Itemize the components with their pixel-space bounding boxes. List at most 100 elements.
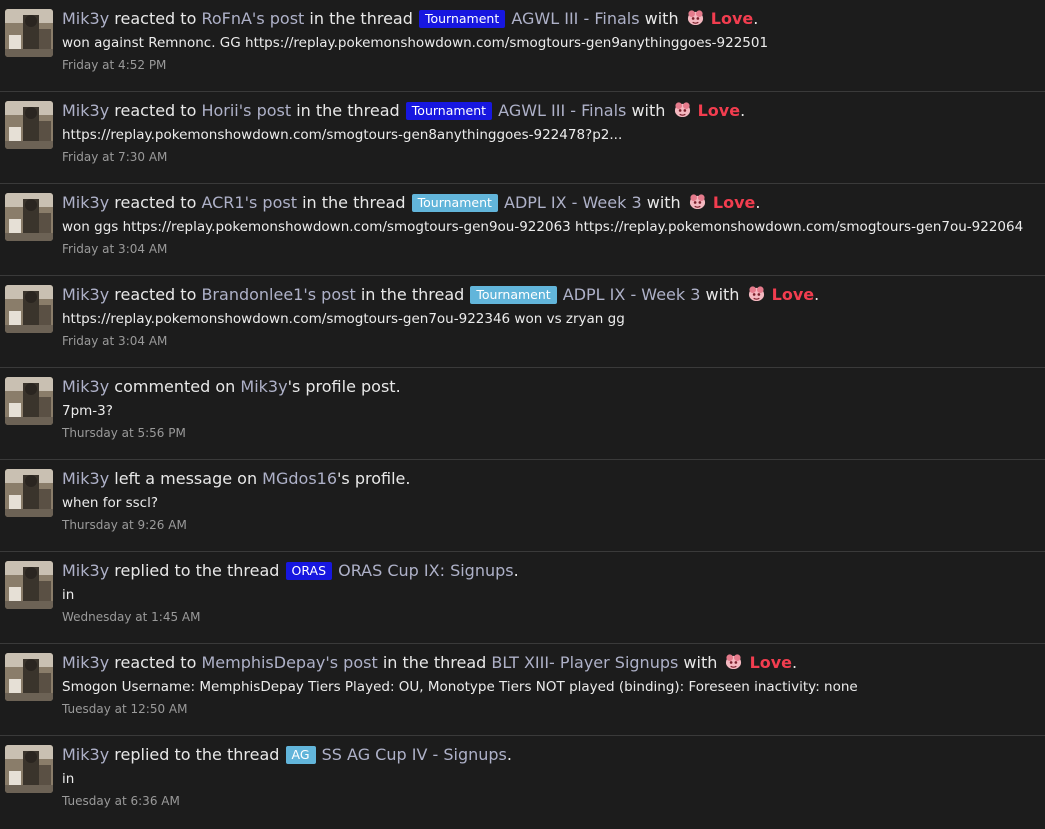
thread-link[interactable]: ADPL IX - Week 3 <box>504 193 642 212</box>
username-link[interactable]: Mik3y <box>62 653 109 672</box>
post-snippet: won against Remnonc. GG https://replay.p… <box>62 35 769 51</box>
love-reaction-label: Love <box>771 285 815 304</box>
love-reaction-icon <box>687 10 703 26</box>
username-link[interactable]: Mik3y <box>62 745 109 764</box>
timestamp[interactable]: Tuesday at 12:50 AM <box>62 700 1035 718</box>
love-reaction-label: Love <box>697 101 741 120</box>
avatar[interactable] <box>5 285 53 333</box>
avatar[interactable] <box>5 193 53 241</box>
username-link[interactable]: Mik3y <box>62 193 109 212</box>
feed-item: Mik3y left a message on MGdos16's profil… <box>0 460 1045 552</box>
context-text: in the thread <box>309 9 413 28</box>
context-text: in the thread <box>302 193 406 212</box>
headline: Mik3y reacted to Brandonlee1's post in t… <box>62 285 820 304</box>
headline: Mik3y left a message on MGdos16's profil… <box>62 468 1035 490</box>
avatar[interactable] <box>5 745 53 793</box>
post-link[interactable]: Brandonlee1's post <box>201 285 355 304</box>
love-reaction-icon <box>689 194 705 210</box>
feed-item: Mik3y reacted to Brandonlee1's post in t… <box>0 276 1045 368</box>
love-reaction-label: Love <box>749 653 793 672</box>
thread-prefix-label[interactable]: Tournament <box>418 10 506 28</box>
action-text: reacted to <box>114 653 197 672</box>
timestamp[interactable]: Thursday at 9:26 AM <box>62 516 1035 534</box>
action-text: left a message on <box>114 469 258 488</box>
with-text: with <box>705 285 740 304</box>
headline: Mik3y reacted to Horii's post in the thr… <box>62 101 746 120</box>
context-text: in the thread <box>296 101 400 120</box>
thread-link[interactable]: AGWL III - Finals <box>498 101 626 120</box>
thread-link[interactable]: ORAS Cup IX: Signups <box>338 561 514 580</box>
username-link[interactable]: Mik3y <box>62 377 109 396</box>
timestamp[interactable]: Friday at 3:04 AM <box>62 332 1035 350</box>
feed-item: Mik3y replied to the thread AG SS AG Cup… <box>0 736 1045 826</box>
timestamp[interactable]: Thursday at 5:56 PM <box>62 424 1035 442</box>
thread-link[interactable]: ADPL IX - Week 3 <box>563 285 701 304</box>
feed-item: Mik3y commented on Mik3y's profile post.… <box>0 368 1045 460</box>
timestamp[interactable]: Wednesday at 1:45 AM <box>62 608 1035 626</box>
feed-item: Mik3y reacted to Horii's post in the thr… <box>0 92 1045 184</box>
thread-link[interactable]: SS AG Cup IV - Signups <box>322 745 507 764</box>
activity-feed: Mik3y reacted to RoFnA's post in the thr… <box>0 0 1045 826</box>
thread-link[interactable]: AGWL III - Finals <box>511 9 639 28</box>
post-link[interactable]: MemphisDepay's post <box>201 653 377 672</box>
thread-link[interactable]: BLT XIII- Player Signups <box>491 653 678 672</box>
timestamp[interactable]: Friday at 4:52 PM <box>62 56 1035 74</box>
profile-owner-link[interactable]: Mik3y <box>240 377 287 396</box>
thread-prefix-label[interactable]: ORAS <box>285 562 333 580</box>
username-link[interactable]: Mik3y <box>62 101 109 120</box>
username-link[interactable]: Mik3y <box>62 561 109 580</box>
action-text: reacted to <box>114 9 197 28</box>
action-text: reacted to <box>114 193 197 212</box>
love-reaction-label: Love <box>712 193 756 212</box>
post-link[interactable]: RoFnA's post <box>201 9 304 28</box>
context-text: 's profile post. <box>287 377 401 396</box>
with-text: with <box>683 653 718 672</box>
love-reaction-icon <box>748 286 764 302</box>
username-link[interactable]: Mik3y <box>62 469 109 488</box>
timestamp[interactable]: Tuesday at 6:36 AM <box>62 792 1035 810</box>
feed-item: Mik3y replied to the thread ORAS ORAS Cu… <box>0 552 1045 644</box>
post-snippet: in <box>62 771 75 787</box>
avatar[interactable] <box>5 653 53 701</box>
post-snippet: 7pm-3? <box>62 403 113 419</box>
post-link[interactable]: ACR1's post <box>201 193 297 212</box>
feed-item: Mik3y reacted to MemphisDepay's post in … <box>0 644 1045 736</box>
headline: Mik3y reacted to MemphisDepay's post in … <box>62 653 798 672</box>
with-text: with <box>631 101 666 120</box>
feed-item: Mik3y reacted to ACR1's post in the thre… <box>0 184 1045 276</box>
context-text: in the thread <box>360 285 465 304</box>
action-text: replied to the thread <box>114 561 280 580</box>
avatar[interactable] <box>5 377 53 425</box>
post-snippet: Smogon Username: MemphisDepay Tiers Play… <box>62 679 858 695</box>
post-link[interactable]: Horii's post <box>201 101 291 120</box>
headline: Mik3y replied to the thread AG SS AG Cup… <box>62 744 1035 766</box>
avatar[interactable] <box>5 9 53 57</box>
action-text: commented on <box>114 377 236 396</box>
action-text: reacted to <box>114 101 197 120</box>
profile-owner-link[interactable]: MGdos16 <box>262 469 337 488</box>
post-snippet: won ggs https://replay.pokemonshowdown.c… <box>62 219 1024 235</box>
post-snippet: in <box>62 587 75 603</box>
headline: Mik3y commented on Mik3y's profile post. <box>62 376 1035 398</box>
thread-prefix-label[interactable]: Tournament <box>405 102 493 120</box>
feed-item: Mik3y reacted to RoFnA's post in the thr… <box>0 0 1045 92</box>
timestamp[interactable]: Friday at 7:30 AM <box>62 148 1035 166</box>
action-text: reacted to <box>114 285 197 304</box>
username-link[interactable]: Mik3y <box>62 285 109 304</box>
post-snippet: https://replay.pokemonshowdown.com/smogt… <box>62 311 625 327</box>
headline: Mik3y reacted to ACR1's post in the thre… <box>62 193 761 212</box>
avatar[interactable] <box>5 101 53 149</box>
love-reaction-icon <box>726 654 742 670</box>
timestamp[interactable]: Friday at 3:04 AM <box>62 240 1035 258</box>
headline: Mik3y replied to the thread ORAS ORAS Cu… <box>62 560 1035 582</box>
context-text: in the thread <box>382 653 487 672</box>
love-reaction-icon <box>674 102 690 118</box>
post-snippet: when for sscl? <box>62 495 159 511</box>
thread-prefix-label[interactable]: Tournament <box>411 194 498 212</box>
avatar[interactable] <box>5 561 53 609</box>
username-link[interactable]: Mik3y <box>62 9 109 28</box>
avatar[interactable] <box>5 469 53 517</box>
thread-prefix-label[interactable]: AG <box>285 746 316 764</box>
thread-prefix-label[interactable]: Tournament <box>470 286 557 304</box>
love-reaction-label: Love <box>710 9 754 28</box>
